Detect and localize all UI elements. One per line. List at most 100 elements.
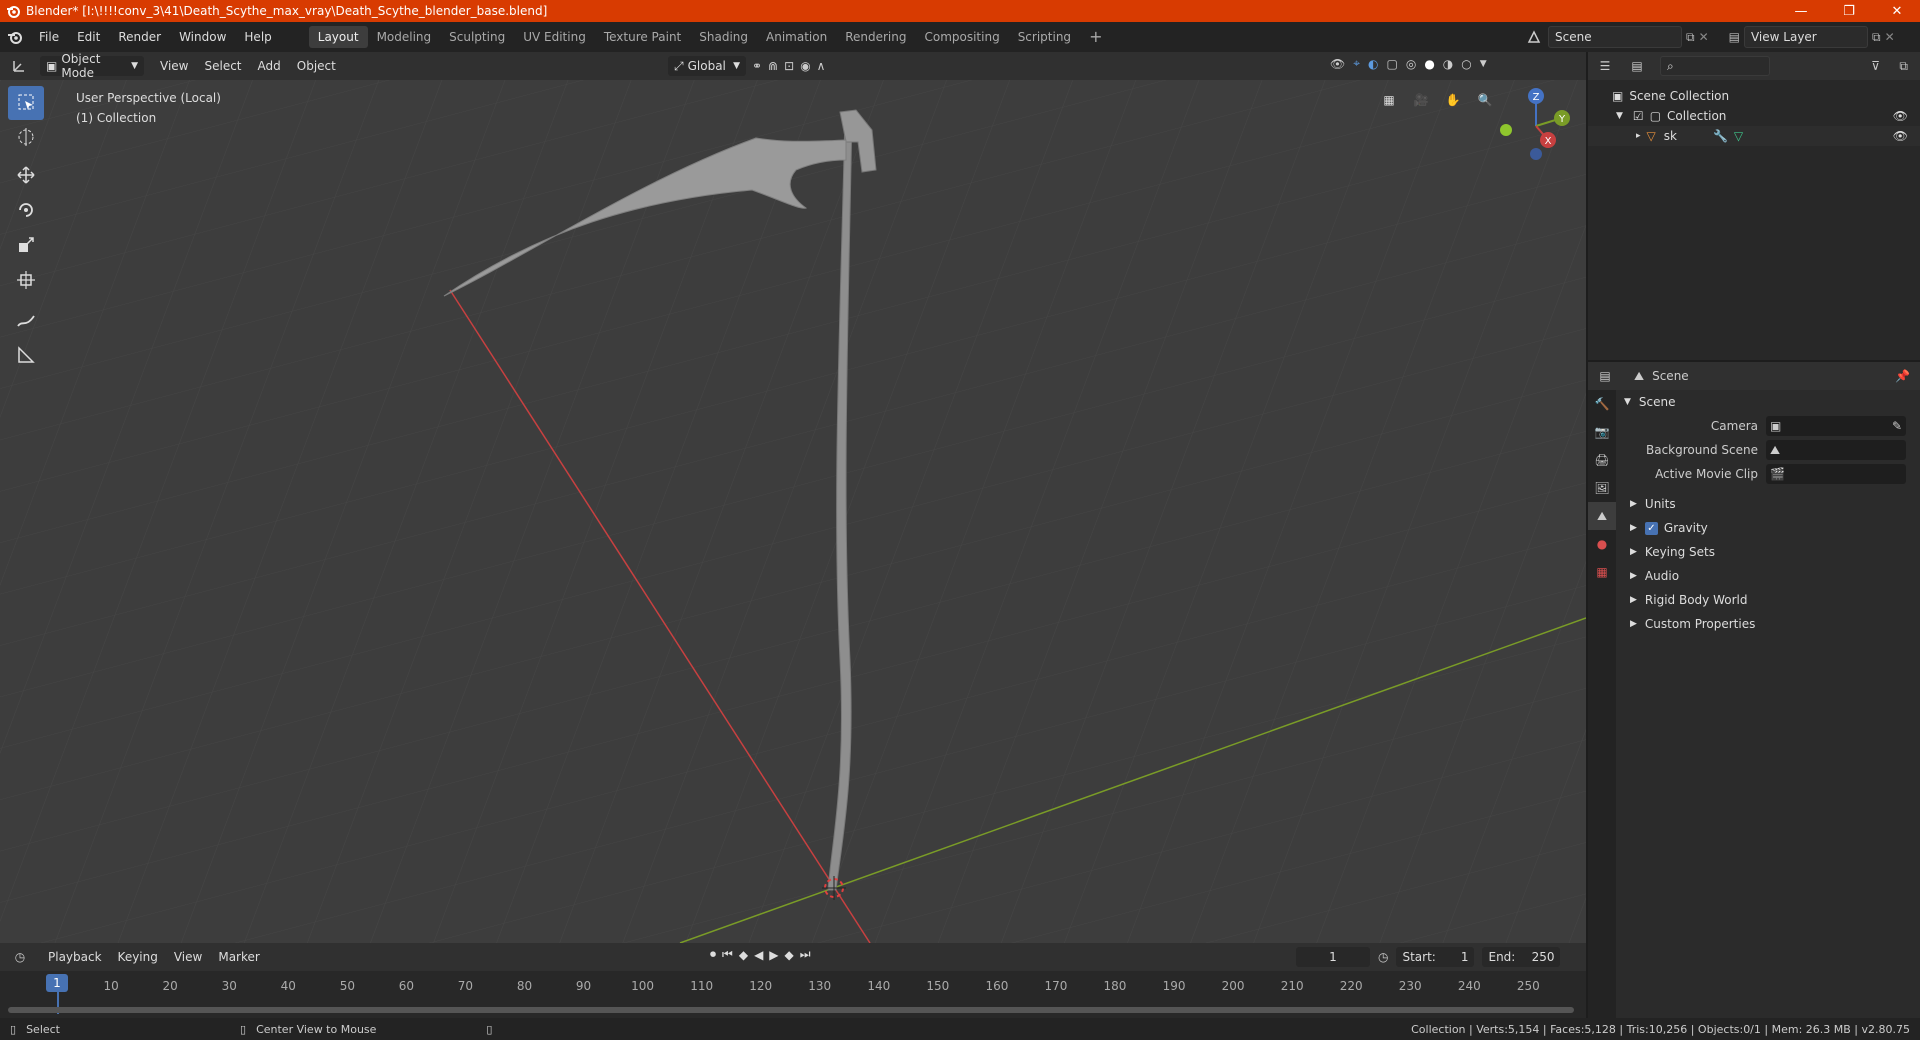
snap-icon[interactable]: ⋒: [768, 59, 778, 73]
display-mode-icon[interactable]: ▤: [1622, 59, 1652, 73]
audio-panel[interactable]: ▶ Audio: [1616, 564, 1920, 588]
tab-animation[interactable]: Animation: [757, 26, 836, 48]
tab-scene-props[interactable]: ⛰: [1588, 502, 1616, 530]
expand-arrow-icon[interactable]: ▼: [1616, 111, 1623, 121]
tab-sculpting[interactable]: Sculpting: [440, 26, 514, 48]
tab-shading[interactable]: Shading: [690, 26, 757, 48]
shading-wireframe-icon[interactable]: ◎: [1406, 57, 1416, 71]
jump-start-icon[interactable]: ⏮: [722, 947, 733, 962]
tab-texture-paint[interactable]: Texture Paint: [595, 26, 690, 48]
transform-tool[interactable]: [8, 264, 44, 298]
custom-properties-panel[interactable]: ▶ Custom Properties: [1616, 612, 1920, 636]
end-frame-field[interactable]: End: 250: [1482, 947, 1561, 967]
eyedropper-icon[interactable]: ✎: [1892, 419, 1902, 433]
falloff-icon[interactable]: ∧: [817, 59, 826, 73]
menu-object[interactable]: Object: [289, 55, 344, 77]
play-icon[interactable]: ▶: [769, 948, 778, 962]
outliner-search-input[interactable]: ⌕: [1660, 56, 1770, 76]
checkbox-icon[interactable]: ☑: [1633, 109, 1644, 123]
camera-view-button[interactable]: 🎥: [1407, 86, 1435, 114]
record-icon[interactable]: ⏺: [710, 947, 716, 962]
editor-type-icon[interactable]: [0, 59, 40, 73]
scene-name-field[interactable]: Scene: [1548, 26, 1682, 48]
gravity-checkbox[interactable]: ✓: [1644, 521, 1658, 535]
remove-scene-icon[interactable]: ✕: [1699, 30, 1709, 44]
remove-view-layer-icon[interactable]: ✕: [1885, 30, 1895, 44]
menu-file[interactable]: File: [30, 26, 68, 48]
start-frame-field[interactable]: Start: 1: [1396, 947, 1475, 967]
xray-toggle-icon[interactable]: ▢: [1386, 57, 1397, 71]
camera-field[interactable]: ▣ ✎: [1766, 416, 1906, 436]
outliner-object-sk[interactable]: ▸ ▽ sk 🔧 ▽ 👁: [1588, 126, 1920, 146]
tab-modeling[interactable]: Modeling: [368, 26, 441, 48]
mode-dropdown[interactable]: ▣ Object Mode ▼: [40, 52, 144, 80]
menu-help[interactable]: Help: [235, 26, 280, 48]
tab-scripting[interactable]: Scripting: [1009, 26, 1080, 48]
cursor-tool[interactable]: [8, 121, 44, 155]
close-button[interactable]: ✕: [1874, 0, 1920, 22]
annotate-tool[interactable]: [8, 304, 44, 338]
move-tool[interactable]: [8, 159, 44, 193]
eye-icon[interactable]: 👁: [1893, 109, 1908, 123]
menu-select[interactable]: Select: [196, 55, 249, 77]
jump-end-icon[interactable]: ⏭: [800, 947, 811, 962]
gizmo-neg-y[interactable]: [1500, 124, 1512, 136]
tab-render-props[interactable]: 📷: [1588, 418, 1616, 446]
tab-world-props[interactable]: ●: [1588, 530, 1616, 558]
outliner-collection[interactable]: ▼ ☑ ▢ Collection 👁: [1588, 106, 1920, 126]
play-reverse-icon[interactable]: ◀: [754, 948, 763, 962]
timeline-scrollbar[interactable]: [8, 1007, 1574, 1013]
tab-uv-editing[interactable]: UV Editing: [514, 26, 595, 48]
add-workspace-button[interactable]: +: [1080, 26, 1111, 48]
tab-compositing[interactable]: Compositing: [915, 26, 1008, 48]
maximize-button[interactable]: ❐: [1826, 0, 1872, 22]
3d-viewport[interactable]: Z Y X: [0, 80, 1586, 943]
select-box-tool[interactable]: [8, 86, 44, 120]
movie-clip-field[interactable]: 🎬: [1766, 464, 1906, 484]
gizmo-toggle-icon[interactable]: ⌖: [1353, 56, 1360, 71]
eye-icon[interactable]: 👁: [1893, 129, 1908, 143]
tab-rendering[interactable]: Rendering: [836, 26, 915, 48]
view-layer-field[interactable]: View Layer: [1743, 26, 1868, 48]
menu-render[interactable]: Render: [109, 26, 170, 48]
outliner-editor-icon[interactable]: ☰: [1588, 59, 1622, 73]
menu-keying[interactable]: Keying: [110, 946, 166, 968]
menu-timeline-view[interactable]: View: [166, 946, 210, 968]
menu-view[interactable]: View: [152, 55, 196, 77]
zoom-view-button[interactable]: 🔍: [1471, 86, 1499, 114]
scene-section-header[interactable]: ▼ Scene: [1616, 390, 1920, 414]
timeline-area[interactable]: 1102030405060708090100110120130140150160…: [0, 971, 1586, 1018]
overlay-toggle-icon[interactable]: ◐: [1368, 57, 1378, 71]
new-view-layer-icon[interactable]: ⧉: [1872, 30, 1881, 45]
new-scene-icon[interactable]: ⧉: [1686, 30, 1695, 45]
proportional-edit-icon[interactable]: ◉: [800, 59, 810, 73]
navigation-gizmo[interactable]: Z Y X: [1492, 80, 1582, 170]
shading-material-icon[interactable]: ◑: [1443, 57, 1453, 71]
menu-edit[interactable]: Edit: [68, 26, 109, 48]
transform-orientation-dropdown[interactable]: ⤢ Global ▼: [668, 56, 746, 76]
tab-tool-props[interactable]: 🔨: [1588, 390, 1616, 418]
pan-view-button[interactable]: ✋: [1439, 86, 1467, 114]
tab-texture-props[interactable]: ▦: [1588, 558, 1616, 586]
visibility-icon[interactable]: 👁: [1330, 57, 1345, 71]
pin-icon[interactable]: 📌: [1895, 369, 1910, 383]
background-scene-field[interactable]: ⛰: [1766, 440, 1906, 460]
shading-options-icon[interactable]: ▼: [1480, 59, 1487, 69]
view-layer-icon[interactable]: ▤: [1729, 30, 1740, 44]
next-keyframe-icon[interactable]: ◆: [785, 948, 794, 962]
gizmo-neg-z[interactable]: [1530, 148, 1542, 160]
expand-arrow-icon[interactable]: ▸: [1636, 131, 1641, 141]
units-panel[interactable]: ▶ Units: [1616, 492, 1920, 516]
measure-tool[interactable]: [8, 339, 44, 373]
minimize-button[interactable]: —: [1778, 0, 1824, 22]
shading-rendered-icon[interactable]: ○: [1461, 57, 1471, 71]
menu-playback[interactable]: Playback: [40, 946, 110, 968]
new-collection-icon[interactable]: ⧉: [1899, 59, 1908, 74]
blender-menu-icon[interactable]: [0, 29, 30, 45]
current-frame-marker[interactable]: 1: [46, 974, 68, 992]
toggle-ortho-button[interactable]: ▦: [1375, 86, 1403, 114]
timeline-editor-icon[interactable]: ◷: [0, 950, 40, 964]
snap-target-icon[interactable]: ⊡: [784, 59, 794, 73]
scale-tool[interactable]: [8, 229, 44, 263]
shading-solid-icon[interactable]: ●: [1424, 57, 1434, 71]
